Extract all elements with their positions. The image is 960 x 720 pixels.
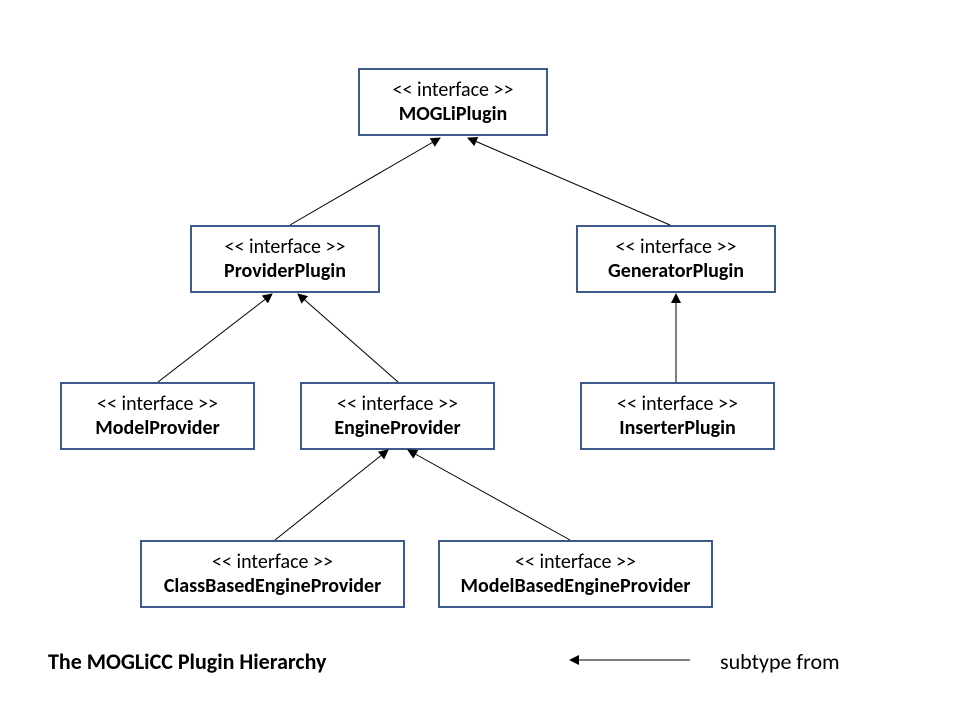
stereotype-label: << interface >>: [596, 392, 759, 416]
stereotype-label: << interface >>: [206, 235, 364, 259]
stereotype-label: << interface >>: [374, 78, 532, 102]
node-name: GeneratorPlugin: [592, 259, 760, 283]
node-name: ClassBasedEngineProvider: [156, 574, 389, 598]
node-name: ModelBasedEngineProvider: [454, 574, 697, 598]
node-inserter-plugin: << interface >> InserterPlugin: [580, 382, 775, 450]
node-model-based-engine-provider: << interface >> ModelBasedEngineProvider: [438, 540, 713, 608]
legend-label: subtype from: [720, 648, 840, 675]
stereotype-label: << interface >>: [592, 235, 760, 259]
diagram-caption: The MOGLiCC Plugin Hierarchy: [48, 648, 326, 675]
node-provider-plugin: << interface >> ProviderPlugin: [190, 225, 380, 293]
node-mogli-plugin: << interface >> MOGLiPlugin: [358, 68, 548, 136]
stereotype-label: << interface >>: [156, 550, 389, 574]
node-name: InserterPlugin: [596, 416, 759, 440]
node-name: ModelProvider: [76, 416, 239, 440]
node-name: EngineProvider: [316, 416, 479, 440]
stereotype-label: << interface >>: [454, 550, 697, 574]
node-class-based-engine-provider: << interface >> ClassBasedEngineProvider: [140, 540, 405, 608]
node-name: MOGLiPlugin: [374, 102, 532, 126]
node-name: ProviderPlugin: [206, 259, 364, 283]
node-engine-provider: << interface >> EngineProvider: [300, 382, 495, 450]
node-model-provider: << interface >> ModelProvider: [60, 382, 255, 450]
stereotype-label: << interface >>: [316, 392, 479, 416]
node-generator-plugin: << interface >> GeneratorPlugin: [576, 225, 776, 293]
stereotype-label: << interface >>: [76, 392, 239, 416]
